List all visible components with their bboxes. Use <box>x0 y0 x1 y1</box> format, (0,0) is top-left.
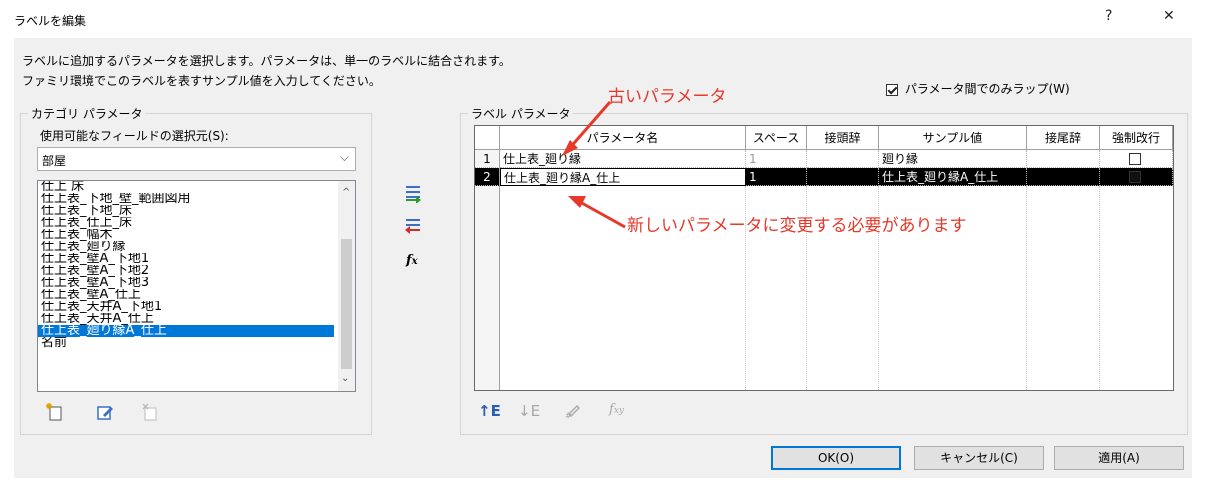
scroll-up-icon[interactable]: ^ <box>342 187 350 198</box>
row-prefix[interactable] <box>807 168 879 186</box>
row-number[interactable]: 1 <box>475 150 500 168</box>
column-header-suffix[interactable]: 接尾辞 <box>1027 126 1100 150</box>
field-list-item[interactable]: 仕上表_廻り縁 <box>38 241 334 253</box>
row-suffix[interactable] <box>1027 168 1100 186</box>
category-parameters-label: カテゴリ パラメータ <box>28 105 146 122</box>
row-header-empty <box>475 186 500 390</box>
arrow-old-line <box>566 101 612 151</box>
field-list-item[interactable]: 仕上表_壁A_仕上 <box>38 289 334 301</box>
apply-button[interactable]: 適用(A) <box>1054 446 1184 470</box>
available-fields-items: 仕上 床仕上表_下地_壁_範囲図用 仕上表_下地_床 仕上表_仕上_床 仕上表_幅木仕… <box>38 181 334 349</box>
fx-icon[interactable]: fx <box>406 253 418 268</box>
row-sample[interactable]: 廻り縁 <box>879 150 1027 168</box>
field-source-label: 使用可能なフィールドの選択元(S): <box>40 129 229 143</box>
row-break[interactable] <box>1100 150 1173 168</box>
remove-parameter-icon[interactable] <box>402 217 424 240</box>
field-source-value: 部屋 <box>42 154 67 168</box>
wrap-checkbox[interactable] <box>886 83 898 96</box>
column-header-break[interactable]: 強制改行 <box>1100 126 1173 150</box>
arrow-new-head <box>568 196 586 208</box>
annotation-arrows <box>562 101 626 229</box>
field-list-item[interactable]: 仕上 床 <box>38 181 334 193</box>
add-parameter-icon[interactable] <box>402 183 424 206</box>
arrow-new-line <box>579 200 626 229</box>
column-header-sample[interactable]: サンプル値 <box>879 126 1027 150</box>
new-parameter-icon[interactable] <box>45 402 65 426</box>
field-list-item[interactable]: 仕上表_天井A_仕上 <box>38 313 334 325</box>
wrap-checkbox-label: パラメータ間でのみラップ(W) <box>904 82 1070 96</box>
wrap-option[interactable]: パラメータ間でのみラップ(W) <box>886 80 1070 97</box>
list-scrollbar[interactable]: ^ ⌄ <box>338 181 355 391</box>
ok-button[interactable]: OK(O) <box>771 446 901 470</box>
delete-parameter-icon[interactable] <box>140 402 160 426</box>
field-list-item[interactable]: 仕上表_幅木 <box>38 229 334 241</box>
grid-corner <box>475 126 500 150</box>
cancel-button[interactable]: キャンセル(C) <box>914 446 1044 470</box>
field-list-item[interactable]: 仕上表_廻り縁A_仕上 <box>38 325 334 337</box>
column-header-prefix[interactable]: 接頭辞 <box>807 126 879 150</box>
grid-line <box>1099 186 1100 390</box>
field-list-item[interactable]: 仕上表_仕上_床 <box>38 217 334 229</box>
field-list-item[interactable]: 仕上表_壁A_下地1 <box>38 253 334 265</box>
break-checkbox[interactable] <box>1129 153 1141 165</box>
available-fields-list[interactable]: 仕上 床仕上表_下地_壁_範囲図用 仕上表_下地_床 仕上表_仕上_床 仕上表_幅木仕… <box>37 180 356 392</box>
annotation-new-parameter: 新しいパラメータに変更する必要があります <box>627 216 967 236</box>
field-list-item[interactable]: 名前 <box>38 337 334 349</box>
grid-line <box>1026 186 1027 390</box>
field-list-item[interactable]: 仕上表_下地_壁_範囲図用 <box>38 193 334 205</box>
move-up-icon[interactable]: ↑E <box>478 402 501 420</box>
move-down-icon[interactable]: ↓E <box>518 402 540 420</box>
description-line-1: ラベルに追加するパラメータを選択します。パラメータは、単一のラベルに結合されます… <box>22 54 511 68</box>
scroll-thumb[interactable] <box>341 239 352 369</box>
row-number[interactable]: 2 <box>475 168 500 186</box>
row-break[interactable] <box>1100 168 1173 186</box>
edit-parameter-icon[interactable] <box>95 402 115 426</box>
help-button[interactable]: ? <box>1105 8 1112 24</box>
field-list-item[interactable]: 仕上表_壁A_下地3 <box>38 277 334 289</box>
row-prefix[interactable] <box>807 150 879 168</box>
field-list-item[interactable]: 仕上表_壁A_下地2 <box>38 265 334 277</box>
field-list-item[interactable]: 仕上表_天井A_下地1 <box>38 301 334 313</box>
window-title: ラベルを編集 <box>14 14 87 28</box>
break-checkbox[interactable] <box>1129 171 1141 183</box>
row-suffix[interactable] <box>1027 150 1100 168</box>
chevron-down-icon: ⌵ <box>339 150 349 164</box>
edit-label-format-icon[interactable]: # <box>563 400 585 423</box>
svg-text:#: # <box>565 411 572 420</box>
column-header-space[interactable]: スペース <box>746 126 807 150</box>
row-sample[interactable]: 仕上表_廻り縁A_仕上 <box>879 168 1027 186</box>
row-space[interactable]: 1 <box>746 150 807 168</box>
field-source-dropdown[interactable]: 部屋 ⌵ <box>37 147 356 171</box>
close-button[interactable]: ✕ <box>1163 8 1175 24</box>
scroll-down-icon[interactable]: ⌄ <box>341 373 349 384</box>
description-line-2: ファミリ環境でこのラベルを表すサンプル値を入力してください。 <box>22 74 381 88</box>
row-space[interactable]: 1 <box>746 168 807 186</box>
field-list-item[interactable]: 仕上表_下地_床 <box>38 205 334 217</box>
formula-icon[interactable]: fxy <box>609 402 624 417</box>
